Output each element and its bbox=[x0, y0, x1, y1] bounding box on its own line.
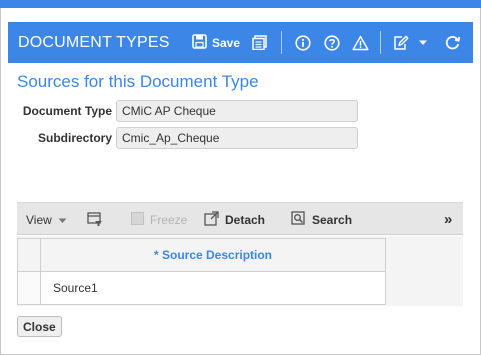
close-button[interactable]: Close bbox=[17, 316, 62, 337]
search-label: Search bbox=[312, 212, 353, 227]
source-grid: * Source Description Source1 bbox=[17, 238, 386, 305]
row-selector[interactable] bbox=[18, 272, 41, 304]
document-type-field[interactable]: CMiC AP Cheque bbox=[116, 100, 358, 122]
chevron-down-icon[interactable] bbox=[418, 32, 428, 53]
header-divider bbox=[281, 31, 282, 54]
detach-button[interactable]: Detach bbox=[204, 203, 265, 236]
top-accent-strip bbox=[0, 0, 481, 8]
edit-icon[interactable] bbox=[393, 32, 409, 53]
toolbar-overflow-button[interactable]: » bbox=[444, 203, 452, 236]
report-icon[interactable] bbox=[252, 32, 267, 53]
header-divider bbox=[380, 31, 381, 54]
grid-toolbar: View Freeze Detach Search » bbox=[17, 202, 463, 235]
freeze-label: Freeze bbox=[150, 212, 188, 227]
info-icon[interactable] bbox=[295, 32, 311, 53]
freeze-button[interactable]: Freeze bbox=[131, 203, 187, 236]
header-bar: DOCUMENT TYPES Save bbox=[8, 22, 473, 63]
grid-header-row: * Source Description bbox=[18, 239, 385, 272]
document-type-label: Document Type bbox=[22, 104, 112, 118]
save-label: Save bbox=[212, 35, 241, 50]
search-button[interactable]: Search bbox=[291, 203, 352, 236]
view-label: View bbox=[26, 212, 52, 227]
detach-icon bbox=[204, 210, 219, 229]
subdirectory-label: Subdirectory bbox=[37, 131, 112, 145]
filter-icon[interactable] bbox=[87, 203, 103, 236]
column-header-source-description[interactable]: * Source Description bbox=[41, 239, 385, 271]
subdirectory-field[interactable]: Cmic_Ap_Cheque bbox=[116, 127, 358, 149]
detach-label: Detach bbox=[225, 212, 266, 227]
search-icon bbox=[291, 210, 306, 229]
row-header-gutter bbox=[18, 239, 41, 271]
warning-icon[interactable] bbox=[352, 32, 369, 53]
view-menu[interactable]: View bbox=[26, 203, 67, 236]
freeze-icon bbox=[131, 211, 144, 228]
section-title: Sources for this Document Type bbox=[17, 72, 259, 91]
page-title: DOCUMENT TYPES bbox=[18, 34, 170, 51]
save-icon bbox=[192, 33, 207, 52]
help-icon[interactable] bbox=[324, 32, 340, 53]
refresh-icon[interactable] bbox=[444, 32, 461, 53]
chevron-down-icon bbox=[58, 213, 67, 227]
save-button[interactable]: Save bbox=[192, 32, 240, 53]
table-row[interactable]: Source1 bbox=[18, 272, 385, 304]
source-description-cell[interactable]: Source1 bbox=[41, 272, 385, 304]
